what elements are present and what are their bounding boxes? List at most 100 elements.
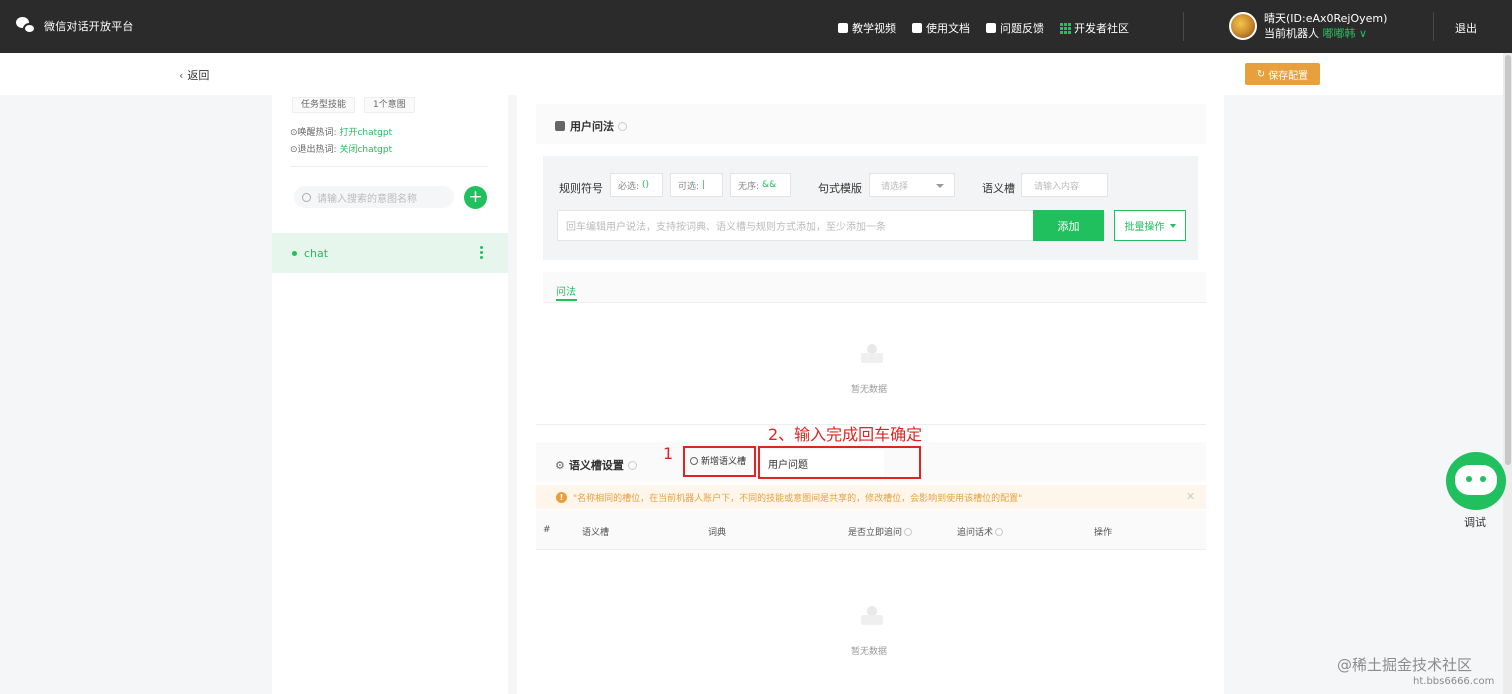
robot-face-icon bbox=[1455, 465, 1497, 495]
debug-bot-button[interactable] bbox=[1446, 452, 1506, 510]
app-logo[interactable]: 微信对话开放平台 bbox=[16, 17, 134, 35]
utterance-tabs bbox=[543, 272, 1206, 302]
batch-label: 批量操作 bbox=[1124, 222, 1165, 233]
utterance-input[interactable]: 回车编辑用户说法，支持按词典、语义槽与规则方式添加，至少添加一条 bbox=[557, 210, 1034, 241]
utterance-editor bbox=[543, 156, 1198, 260]
rule-chip-required[interactable]: 必选:() bbox=[610, 173, 663, 197]
feedback-icon bbox=[986, 23, 996, 33]
input-placeholder: 回车编辑用户说法，支持按词典、语义槽与规则方式添加，至少添加一条 bbox=[566, 222, 886, 233]
close-icon[interactable]: ✕ bbox=[1186, 490, 1195, 503]
nav-community[interactable]: 开发者社区 bbox=[1060, 20, 1129, 36]
doc-icon bbox=[912, 23, 922, 33]
input-value: 用户问题 bbox=[768, 459, 808, 471]
book-icon bbox=[555, 121, 565, 131]
back-link[interactable]: ‹ 返回 bbox=[179, 67, 209, 83]
more-vertical-icon[interactable] bbox=[480, 246, 484, 259]
utterance-title: 用户问法 bbox=[555, 118, 627, 134]
nav-label: 开发者社区 bbox=[1074, 22, 1129, 35]
column-label: 追问话术 bbox=[957, 528, 994, 538]
wake-label: 唤醒热词: bbox=[297, 128, 337, 138]
app-title: 微信对话开放平台 bbox=[44, 20, 134, 33]
intent-name: chat bbox=[304, 246, 329, 260]
top-bar: 微信对话开放平台 教学视频 使用文档 问题反馈 开发者社区 晴天(ID:eAx0… bbox=[0, 0, 1512, 53]
logout-button[interactable]: 退出 bbox=[1455, 20, 1477, 36]
save-config-button[interactable]: ↻ 保存配置 bbox=[1245, 63, 1320, 85]
caret-down-icon bbox=[936, 184, 944, 188]
exit-label: 退出热词: bbox=[297, 145, 337, 155]
top-nav: 教学视频 使用文档 问题反馈 开发者社区 bbox=[838, 20, 1145, 36]
help-icon[interactable] bbox=[904, 528, 913, 536]
nav-divider bbox=[1183, 12, 1184, 41]
chip-symbol: () bbox=[642, 180, 650, 190]
debug-label: 调试 bbox=[1464, 516, 1486, 529]
chip-label: 必选: bbox=[618, 181, 640, 192]
nav-label: 教学视频 bbox=[852, 22, 896, 35]
slot-settings-title: ⚙ 语义槽设置 bbox=[555, 457, 637, 473]
column-header: 词典 bbox=[708, 528, 727, 538]
page-scrollbar-thumb[interactable] bbox=[1505, 55, 1511, 465]
annotation-step-1: 1 bbox=[663, 444, 674, 463]
add-intent-button[interactable]: + bbox=[464, 186, 487, 209]
watermark: @稀土掘金技术社区 bbox=[1337, 656, 1473, 674]
rule-symbol-label: 规则符号 bbox=[559, 182, 603, 195]
nav-label: 问题反馈 bbox=[1000, 22, 1044, 35]
tab-divider bbox=[543, 302, 1206, 303]
exit-value[interactable]: 关闭chatgpt bbox=[339, 145, 392, 155]
add-slot-button[interactable]: 新增语义槽 bbox=[690, 454, 746, 467]
help-icon[interactable] bbox=[627, 460, 637, 470]
empty-state-text: 暂无数据 bbox=[851, 647, 888, 657]
nav-feedback[interactable]: 问题反馈 bbox=[986, 20, 1044, 36]
avatar bbox=[1229, 12, 1257, 40]
robot-eye bbox=[1466, 476, 1472, 482]
rule-chip-optional[interactable]: 可选: | bbox=[670, 173, 723, 197]
robot-name: 嘟嘟韩 bbox=[1322, 27, 1356, 40]
exit-words: ⊙退出热词: 关闭chatgpt bbox=[290, 145, 393, 155]
community-grid-icon bbox=[1060, 23, 1071, 34]
wake-value[interactable]: 打开chatgpt bbox=[339, 128, 392, 138]
column-header: 语义槽 bbox=[582, 528, 610, 538]
user-menu[interactable]: 晴天(ID:eAx0RejOyem) 当前机器人 嘟嘟韩 ∨ bbox=[1229, 11, 1387, 41]
refresh-icon: ↻ bbox=[1256, 68, 1266, 80]
help-icon[interactable] bbox=[618, 121, 627, 131]
column-header: # bbox=[543, 525, 551, 535]
slot-label: 语义槽 bbox=[982, 182, 1015, 195]
add-slot-label: 新增语义槽 bbox=[701, 457, 747, 467]
search-placeholder: 请输入搜索的意图名称 bbox=[317, 193, 417, 205]
slot-filter-input[interactable]: 请输入内容 bbox=[1021, 173, 1108, 197]
intent-list-item[interactable]: chat bbox=[272, 233, 508, 273]
plus-circle-icon bbox=[690, 456, 698, 465]
robot-eye bbox=[1480, 476, 1486, 482]
tab-utterances[interactable]: 问法 bbox=[556, 283, 576, 298]
column-header-with-help: 追问话术 bbox=[957, 525, 1004, 538]
intent-search-input[interactable]: 请输入搜索的意图名称 bbox=[294, 186, 454, 208]
video-icon bbox=[838, 23, 848, 33]
intent-count-tag: 1个意图 bbox=[364, 97, 415, 113]
column-header-with-help: 是否立即追问 bbox=[848, 525, 913, 538]
add-utterance-button[interactable]: 添加 bbox=[1033, 210, 1104, 241]
user-name: 晴天(ID:eAx0RejOyem) bbox=[1264, 12, 1388, 25]
pattern-template-label: 句式模版 bbox=[818, 182, 862, 195]
status-dot bbox=[292, 250, 297, 256]
empty-state-text: 暂无数据 bbox=[851, 385, 888, 395]
watermark-url: ht.bbs6666.com bbox=[1413, 676, 1495, 687]
divider bbox=[290, 166, 488, 167]
input-placeholder: 请输入内容 bbox=[1034, 181, 1080, 192]
rule-chip-unordered[interactable]: 无序: && bbox=[730, 173, 791, 197]
pattern-template-select[interactable]: 请选择 bbox=[869, 173, 955, 197]
wechat-logo-icon bbox=[16, 17, 36, 35]
utterance-section-header bbox=[536, 104, 1206, 144]
search-icon bbox=[302, 192, 311, 202]
column-header: 操作 bbox=[1094, 528, 1113, 538]
annotation-step-2: 2、输入完成回车确定 bbox=[768, 425, 923, 444]
new-slot-name-input[interactable]: 用户问题 bbox=[762, 450, 884, 476]
intent-sidebar: 任务型技能 1个意图 ⊙唤醒热词: 打开chatgpt ⊙退出热词: 关闭cha… bbox=[272, 95, 508, 694]
chip-label: 可选: bbox=[678, 181, 700, 192]
help-icon[interactable] bbox=[995, 528, 1004, 536]
nav-docs[interactable]: 使用文档 bbox=[912, 20, 970, 36]
nav-tutorial-video[interactable]: 教学视频 bbox=[838, 20, 896, 36]
batch-operation-button[interactable]: 批量操作 bbox=[1114, 210, 1186, 241]
robot-prefix: 当前机器人 bbox=[1264, 27, 1319, 40]
chip-symbol: && bbox=[762, 180, 777, 190]
warning-alert: ! "名称相同的槽位，在当前机器人账户下，不同的技能或意图间是共享的，修改槽位，… bbox=[536, 485, 1206, 509]
nav-label: 使用文档 bbox=[926, 22, 970, 35]
